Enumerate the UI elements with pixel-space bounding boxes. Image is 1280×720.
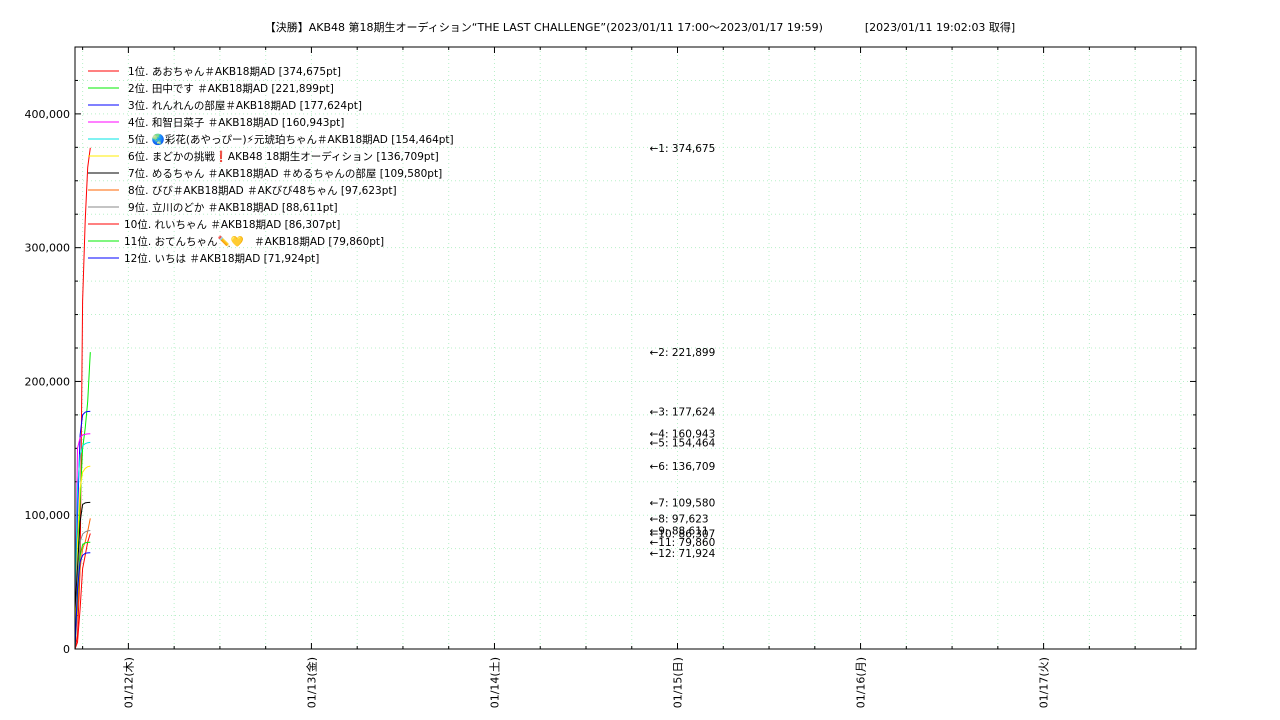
y-tick-label: 100,000 xyxy=(25,509,71,522)
legend-entry-4: 4位. 和智日菜子 ＃AKB18期AD [160,943pt] xyxy=(128,116,344,129)
x-tick-label: 01/17(火) xyxy=(1038,657,1051,708)
x-tick-label: 01/15(日) xyxy=(672,657,685,708)
x-tick-label: 01/12(木) xyxy=(122,657,135,708)
line-chart: 0100,000200,000300,000400,000 01/12(木) 01… xyxy=(25,46,1197,708)
annotation-8: ←8: 97,623 xyxy=(650,513,709,525)
x-tick-label: 01/14(土) xyxy=(488,657,501,708)
legend-entry-1: 1位. あおちゃん＃AKB18期AD [374,675pt] xyxy=(128,65,341,78)
annotation-7: ←7: 109,580 xyxy=(650,497,716,509)
legend-entry-8: 8位. びび＃AKB18期AD ＃AKびび48ちゃん [97,623pt] xyxy=(128,184,397,197)
y-tick-label: 400,000 xyxy=(25,108,71,121)
x-axis-labels: 01/12(木) 01/13(金) 01/14(土) 01/15(日) 01/16(月)… xyxy=(122,657,1050,708)
annotation-5: ←5: 154,464 xyxy=(650,437,716,449)
legend-entry-5: 5位. 🌏彩花(あやっぴー)⚡元琥珀ちゃん＃AKB18期AD [154,464p… xyxy=(128,133,454,146)
legend-entry-6: 6位. まどかの挑戦❗AKB48 18期生オーディション [136,709pt] xyxy=(128,150,439,163)
y-tick-label: 0 xyxy=(63,643,70,656)
annotation-1: ←1: 374,675 xyxy=(650,143,716,155)
annotation-6: ←6: 136,709 xyxy=(650,461,716,473)
legend-entry-2: 2位. 田中です ＃AKB18期AD [221,899pt] xyxy=(128,82,334,95)
annotation-3: ←3: 177,624 xyxy=(650,406,716,418)
x-tick-label: 01/13(金) xyxy=(304,657,318,708)
legend-entry-11: 11位. おてんちゃん✏️💛 ＃AKB18期AD [79,860pt] xyxy=(124,235,384,248)
legend-entry-9: 9位. 立川のどか ＃AKB18期AD [88,611pt] xyxy=(128,201,338,214)
legend-entry-10: 10位. れいちゃん ＃AKB18期AD [86,307pt] xyxy=(124,218,340,231)
series-lines xyxy=(74,147,91,650)
legend-entry-3: 3位. れんれんの部屋＃AKB18期AD [177,624pt] xyxy=(128,99,362,112)
y-axis-labels: 0 100,000 200,000 300,000 400,000 xyxy=(25,108,71,656)
legend-entry-7: 7位. めるちゃん ＃AKB18期AD ＃めるちゃんの部屋 [109,580pt… xyxy=(128,167,442,180)
y-tick-label: 300,000 xyxy=(25,242,71,255)
y-tick-label: 200,000 xyxy=(25,375,71,388)
annotation-2: ←2: 221,899 xyxy=(650,347,716,359)
annotation-12: ←12: 71,924 xyxy=(650,548,716,560)
x-tick-label: 01/16(月) xyxy=(855,657,868,708)
legend-entry-12: 12位. いちは ＃AKB18期AD [71,924pt] xyxy=(124,252,319,265)
final-value-annotations: ←1: 374,675←2: 221,899←3: 177,624←4: 160… xyxy=(650,143,716,560)
legend: 1位. あおちゃん＃AKB18期AD [374,675pt] 2位. 田中です ＃… xyxy=(88,65,454,265)
